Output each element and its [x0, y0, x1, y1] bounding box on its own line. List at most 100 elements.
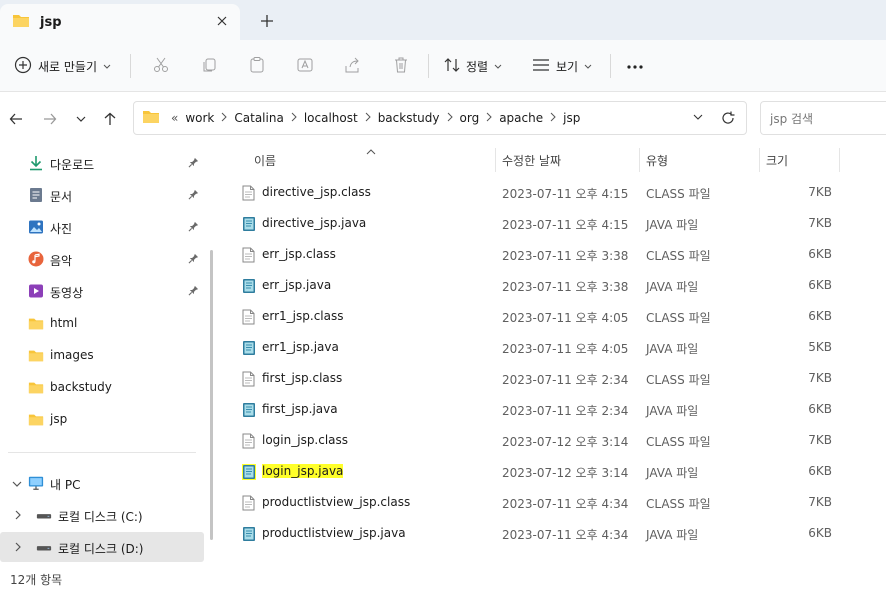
- chevron-right-icon[interactable]: [547, 111, 559, 125]
- address-bar[interactable]: « work Catalina localhost backstudy org apach…: [133, 101, 747, 135]
- file-type: CLASS 파일: [646, 311, 711, 325]
- view-button[interactable]: 보기: [532, 54, 592, 78]
- new-button[interactable]: 새로 만들기: [14, 54, 111, 78]
- file-row[interactable]: directive_jsp.java 2023-07-11 오후 4:15 JAVA…: [222, 208, 842, 239]
- file-type: CLASS 파일: [646, 187, 711, 201]
- arrow-up-icon: [104, 112, 116, 125]
- recent-locations-button[interactable]: [72, 110, 90, 128]
- sidebar-item-사진[interactable]: 사진: [0, 212, 204, 242]
- toolbar-divider: [610, 54, 611, 78]
- sidebar-item-문서[interactable]: 문서: [0, 180, 204, 210]
- breadcrumb-item[interactable]: work: [181, 111, 218, 125]
- sidebar-item-label: 로컬 디스크 (D:): [58, 542, 144, 556]
- file-row[interactable]: login_jsp.java 2023-07-12 오후 3:14 JAVA 파일 6…: [222, 456, 842, 487]
- sidebar-item-jsp[interactable]: jsp: [0, 404, 204, 434]
- breadcrumb-overflow[interactable]: «: [168, 111, 181, 125]
- breadcrumb-item[interactable]: backstudy: [374, 111, 444, 125]
- class-file-icon: [242, 185, 256, 201]
- delete-button[interactable]: [392, 54, 410, 78]
- breadcrumb-item[interactable]: org: [456, 111, 484, 125]
- address-row: « work Catalina localhost backstudy org apach…: [0, 93, 886, 145]
- pin-icon[interactable]: [188, 189, 199, 203]
- breadcrumb-item[interactable]: localhost: [300, 111, 362, 125]
- file-type: JAVA 파일: [646, 218, 699, 232]
- pin-icon[interactable]: [188, 157, 199, 171]
- breadcrumb-item[interactable]: jsp: [559, 111, 584, 125]
- search-input[interactable]: jsp 검색: [760, 101, 886, 135]
- file-row[interactable]: directive_jsp.class 2023-07-11 오후 4:15 CLA…: [222, 177, 842, 208]
- column-header-name[interactable]: 이름: [254, 145, 276, 175]
- chevron-right-icon[interactable]: [288, 111, 300, 125]
- sort-icon: [444, 57, 460, 76]
- column-header-type[interactable]: 유형: [646, 145, 668, 175]
- view-label: 보기: [556, 59, 579, 74]
- folder-icon: [142, 109, 160, 127]
- chevron-right-icon[interactable]: [14, 509, 22, 523]
- pin-icon[interactable]: [188, 221, 199, 235]
- column-header-size[interactable]: 크기: [766, 145, 788, 175]
- sidebar-item-label: html: [50, 316, 78, 330]
- breadcrumb-item[interactable]: apache: [495, 111, 547, 125]
- sidebar-scrollbar[interactable]: [210, 250, 213, 540]
- chevron-right-icon[interactable]: [362, 111, 374, 125]
- class-file-icon: [242, 495, 256, 511]
- file-row[interactable]: first_jsp.class 2023-07-11 오후 2:34 CLASS 파…: [222, 363, 842, 394]
- document-icon: [28, 187, 44, 203]
- command-bar: 새로 만들기 정렬 보기: [0, 40, 886, 92]
- sidebar-item-label: 음악: [50, 254, 73, 268]
- file-row[interactable]: productlistview_jsp.class 2023-07-11 오후 4…: [222, 487, 842, 518]
- file-date: 2023-07-11 오후 4:05: [502, 311, 629, 325]
- sidebar-item-label: backstudy: [50, 380, 112, 394]
- sidebar-item-backstudy[interactable]: backstudy: [0, 372, 204, 402]
- tab-jsp[interactable]: jsp: [0, 4, 240, 40]
- up-button[interactable]: [101, 110, 119, 128]
- file-row[interactable]: err1_jsp.class 2023-07-11 오후 4:05 CLASS 파일…: [222, 301, 842, 332]
- forward-button[interactable]: [41, 110, 59, 128]
- column-header-date[interactable]: 수정한 날짜: [502, 145, 561, 175]
- sidebar-item-drive[interactable]: 로컬 디스크 (C:): [0, 500, 204, 530]
- column-divider[interactable]: [839, 148, 840, 172]
- file-name: directive_jsp.java: [262, 216, 367, 230]
- cut-button[interactable]: [152, 54, 170, 78]
- refresh-button[interactable]: [720, 110, 736, 129]
- new-tab-button[interactable]: [258, 12, 276, 30]
- file-size: 6KB: [808, 526, 832, 540]
- file-row[interactable]: productlistview_jsp.java 2023-07-11 오후 4:…: [222, 518, 842, 549]
- file-row[interactable]: err_jsp.class 2023-07-11 오후 3:38 CLASS 파일 6…: [222, 239, 842, 270]
- sidebar-item-images[interactable]: images: [0, 340, 204, 370]
- close-icon[interactable]: [214, 13, 230, 29]
- column-divider[interactable]: [495, 148, 496, 172]
- back-button[interactable]: [7, 110, 25, 128]
- chevron-down-icon[interactable]: [12, 477, 22, 491]
- file-row[interactable]: first_jsp.java 2023-07-11 오후 2:34 JAVA 파일 6…: [222, 394, 842, 425]
- class-file-icon: [242, 247, 256, 263]
- column-divider[interactable]: [759, 148, 760, 172]
- sidebar-item-this-pc[interactable]: 내 PC: [0, 468, 204, 498]
- chevron-right-icon[interactable]: [14, 541, 22, 555]
- file-row[interactable]: login_jsp.class 2023-07-12 오후 3:14 CLASS 파…: [222, 425, 842, 456]
- column-divider[interactable]: [639, 148, 640, 172]
- sidebar-item-다운로드[interactable]: 다운로드: [0, 148, 204, 178]
- chevron-right-icon[interactable]: [218, 111, 230, 125]
- sort-button[interactable]: 정렬: [444, 54, 502, 78]
- file-name: err_jsp.java: [262, 278, 332, 292]
- sidebar-item-음악[interactable]: 음악: [0, 244, 204, 274]
- sidebar-item-drive[interactable]: 로컬 디스크 (D:): [0, 532, 204, 562]
- chevron-right-icon[interactable]: [444, 111, 456, 125]
- sidebar-item-동영상[interactable]: 동영상: [0, 276, 204, 306]
- pin-icon[interactable]: [188, 253, 199, 267]
- breadcrumb-item[interactable]: Catalina: [230, 111, 287, 125]
- paste-button[interactable]: [248, 54, 266, 78]
- copy-button[interactable]: [200, 54, 218, 78]
- more-options-button[interactable]: [626, 54, 644, 78]
- address-history-button[interactable]: [692, 111, 704, 126]
- chevron-right-icon[interactable]: [483, 111, 495, 125]
- pin-icon[interactable]: [188, 285, 199, 299]
- file-size: 7KB: [808, 216, 832, 230]
- sidebar-item-html[interactable]: html: [0, 308, 204, 338]
- rename-button[interactable]: [296, 54, 314, 78]
- file-row[interactable]: err_jsp.java 2023-07-11 오후 3:38 JAVA 파일 6KB: [222, 270, 842, 301]
- file-row[interactable]: err1_jsp.java 2023-07-11 오후 4:05 JAVA 파일 5K…: [222, 332, 842, 363]
- file-size: 6KB: [808, 278, 832, 292]
- share-button[interactable]: [344, 54, 362, 78]
